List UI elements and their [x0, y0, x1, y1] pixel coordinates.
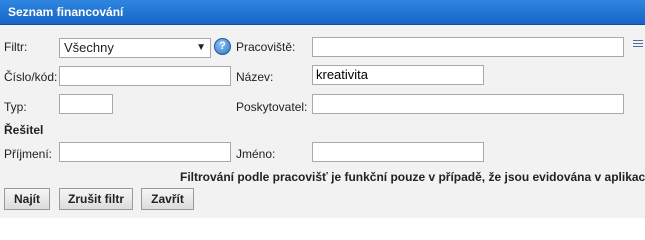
firstname-label: Jméno: — [236, 147, 276, 161]
surname-label: Příjmení: — [4, 147, 53, 161]
help-icon[interactable]: ? — [214, 38, 231, 55]
menu-list-icon[interactable] — [633, 40, 643, 49]
title-bar: Seznam financování — [0, 0, 645, 25]
type-input[interactable] — [59, 94, 113, 114]
provider-input[interactable] — [312, 94, 624, 114]
name-label: Název: — [236, 70, 274, 84]
filter-select[interactable]: Všechny ▼ — [59, 38, 211, 58]
provider-label: Poskytovatel: — [236, 100, 308, 114]
filter-note: Filtrování podle pracovišť je funkční po… — [180, 170, 645, 184]
filter-label: Filtr: — [4, 40, 28, 54]
filter-panel: Filtr: Všechny ▼ ? Pracoviště: Číslo/kód… — [0, 25, 645, 218]
workplace-label: Pracoviště: — [236, 40, 296, 54]
close-button[interactable]: Zavřít — [141, 188, 194, 210]
find-button[interactable]: Najít — [4, 188, 50, 210]
surname-input[interactable] — [59, 142, 231, 162]
solver-section-heading: Řešitel — [4, 123, 44, 137]
workplace-input[interactable] — [312, 37, 624, 57]
code-label: Číslo/kód: — [4, 70, 58, 84]
name-input[interactable]: kreativita — [312, 65, 484, 85]
filter-select-value: Všechny — [64, 40, 114, 55]
clear-filter-button[interactable]: Zrušit filtr — [59, 188, 133, 210]
type-label: Typ: — [4, 100, 27, 114]
page-title: Seznam financování — [8, 5, 124, 19]
chevron-down-icon: ▼ — [196, 42, 206, 53]
code-input[interactable] — [59, 66, 231, 86]
firstname-input[interactable] — [312, 142, 484, 162]
